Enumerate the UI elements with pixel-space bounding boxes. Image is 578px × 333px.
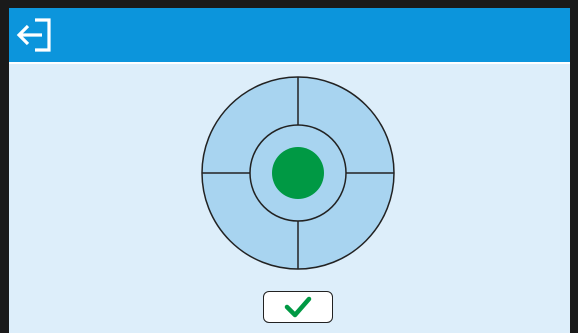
exit-button[interactable] bbox=[15, 17, 55, 53]
exit-arrow-icon bbox=[16, 18, 51, 52]
level-bubble bbox=[272, 147, 324, 199]
confirm-button[interactable] bbox=[263, 291, 333, 323]
title-bar bbox=[9, 8, 570, 62]
checkmark-icon bbox=[284, 296, 312, 318]
device-screen bbox=[9, 8, 570, 333]
level-indicator bbox=[201, 76, 395, 270]
